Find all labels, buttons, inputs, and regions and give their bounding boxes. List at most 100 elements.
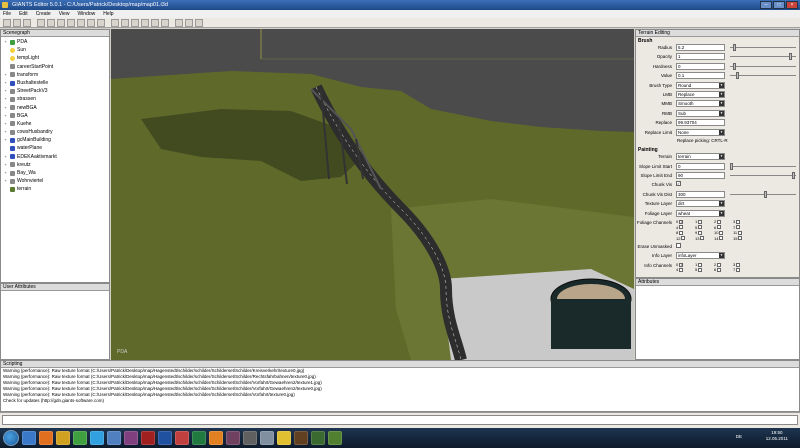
brush-type-select[interactable]: Round ▼ [676,81,725,89]
channel-checkbox[interactable] [738,230,743,235]
tree-item[interactable]: tempLight [3,54,109,62]
expand-icon[interactable]: + [3,95,8,103]
channel-checkbox[interactable] [698,268,703,273]
firefox-icon[interactable] [39,431,53,445]
channel-checkbox[interactable] [717,268,722,273]
texture-layer-select[interactable]: dirt ▼ [676,200,725,208]
channel-checkbox[interactable] [679,268,684,273]
tree-item[interactable]: waterPlane [3,144,109,152]
tree-item[interactable]: + BGA [3,112,109,120]
tree-item[interactable]: + Bay_Wa [3,169,109,177]
copy-icon[interactable] [67,19,75,27]
tree-item[interactable]: + newBGA [3,104,109,112]
channel-checkbox[interactable] [717,225,722,230]
erase-unmasked-checkbox[interactable] [676,243,681,249]
channel-checkbox[interactable] [736,225,741,230]
tree-item[interactable]: + Kuehe [3,120,109,128]
tree-item[interactable]: terrain [3,185,109,193]
explorer-icon[interactable] [22,431,36,445]
expand-icon[interactable]: + [3,153,8,161]
winrar-icon[interactable] [226,431,240,445]
terrain-select[interactable]: terrain ▼ [676,153,725,161]
terrain-sculpt-icon[interactable] [151,19,159,27]
slope-start-slider[interactable] [730,162,796,170]
slope-end-input[interactable]: 90 [676,172,725,180]
media-icon[interactable] [73,431,87,445]
skype-icon[interactable] [90,431,104,445]
delete-icon[interactable] [87,19,95,27]
chunk-vis-checkbox[interactable]: ✓ [676,181,681,187]
chunk-vis-dist-slider[interactable] [730,190,796,198]
channel-checkbox[interactable] [681,236,686,241]
paste-icon[interactable] [77,19,85,27]
value-slider-knob[interactable] [736,72,740,80]
word-icon[interactable] [158,431,172,445]
channel-checkbox[interactable] [698,230,703,235]
chevron-down-icon[interactable]: ▼ [719,201,724,207]
start-button-icon[interactable] [3,430,19,446]
terrain-paint-icon[interactable] [161,19,169,27]
chevron-down-icon[interactable]: ▼ [719,82,724,88]
opacity-slider-knob[interactable] [788,53,792,61]
tree-item[interactable]: + Wohnviertel [3,177,109,185]
system-clock[interactable]: 19:50 12.05.2011 [766,430,788,442]
undo-icon[interactable] [37,19,45,27]
mmb-select[interactable]: Smooth ▼ [676,100,725,108]
save-file-icon[interactable] [23,19,31,27]
tractor-icon[interactable] [311,431,325,445]
excel-icon[interactable] [192,431,206,445]
expand-icon[interactable]: + [3,128,8,136]
rotate-tool-icon[interactable] [131,19,139,27]
tree-item[interactable]: Sun [3,46,109,54]
slope-end-slider[interactable] [730,172,796,180]
hardness-slider-knob[interactable] [733,62,737,70]
slope-start-slider-knob[interactable] [730,162,733,170]
maximize-button[interactable]: □ [773,1,785,9]
radius-input[interactable]: 5.2 [676,44,725,51]
channel-checkbox[interactable] [717,219,722,224]
info-layer-select[interactable]: infoLayer ▼ [676,252,725,260]
expand-icon[interactable]: + [3,38,8,46]
channel-checkbox[interactable]: ✓ [679,219,684,224]
channel-checkbox[interactable] [736,268,741,273]
tree-item[interactable]: careerStartPoint [3,63,109,71]
chevron-down-icon[interactable]: ▼ [719,210,724,216]
tree-item[interactable]: + PDA [3,38,109,46]
channel-checkbox[interactable] [717,262,722,267]
menu-window[interactable]: Window [77,10,95,18]
expand-icon[interactable]: + [3,87,8,95]
value-slider[interactable] [730,72,796,80]
minimize-button[interactable]: – [760,1,772,9]
3d-viewport[interactable]: PDA [111,29,634,360]
slope-end-slider-knob[interactable] [792,172,795,180]
expand-icon[interactable]: + [3,71,8,79]
channel-checkbox[interactable] [679,225,684,230]
app-icon[interactable] [294,431,308,445]
hardness-slider[interactable] [730,62,796,70]
hardness-input[interactable]: 0 [676,62,725,70]
camera-icon[interactable] [195,19,203,27]
channel-checkbox[interactable] [736,219,741,224]
move-tool-icon[interactable] [121,19,129,27]
farming-simulator-icon[interactable] [328,431,342,445]
opacity-slider[interactable] [730,53,796,61]
slope-start-input[interactable]: 0 [676,162,725,170]
play-icon[interactable] [97,19,105,27]
new-file-icon[interactable] [3,19,11,27]
expand-icon[interactable]: + [3,79,8,87]
channel-checkbox[interactable] [698,262,703,267]
menu-edit[interactable]: Edit [19,10,28,18]
channel-checkbox[interactable] [736,262,741,267]
menu-view[interactable]: View [59,10,70,18]
tree-item[interactable]: + kreutz [3,161,109,169]
channel-checkbox[interactable]: ✓ [679,262,684,267]
tree-item[interactable]: + strassen [3,95,109,103]
chevron-down-icon[interactable]: ▼ [719,110,724,116]
chevron-down-icon[interactable]: ▼ [719,91,724,97]
snap-icon[interactable] [185,19,193,27]
opacity-input[interactable]: 1 [676,53,725,61]
chunk-vis-dist-slider-knob[interactable] [764,190,768,198]
tree-item[interactable]: + EDEKAaktivmarkt [3,153,109,161]
app-icon[interactable] [124,431,138,445]
tree-item[interactable]: + Bushaltestelle [3,79,109,87]
